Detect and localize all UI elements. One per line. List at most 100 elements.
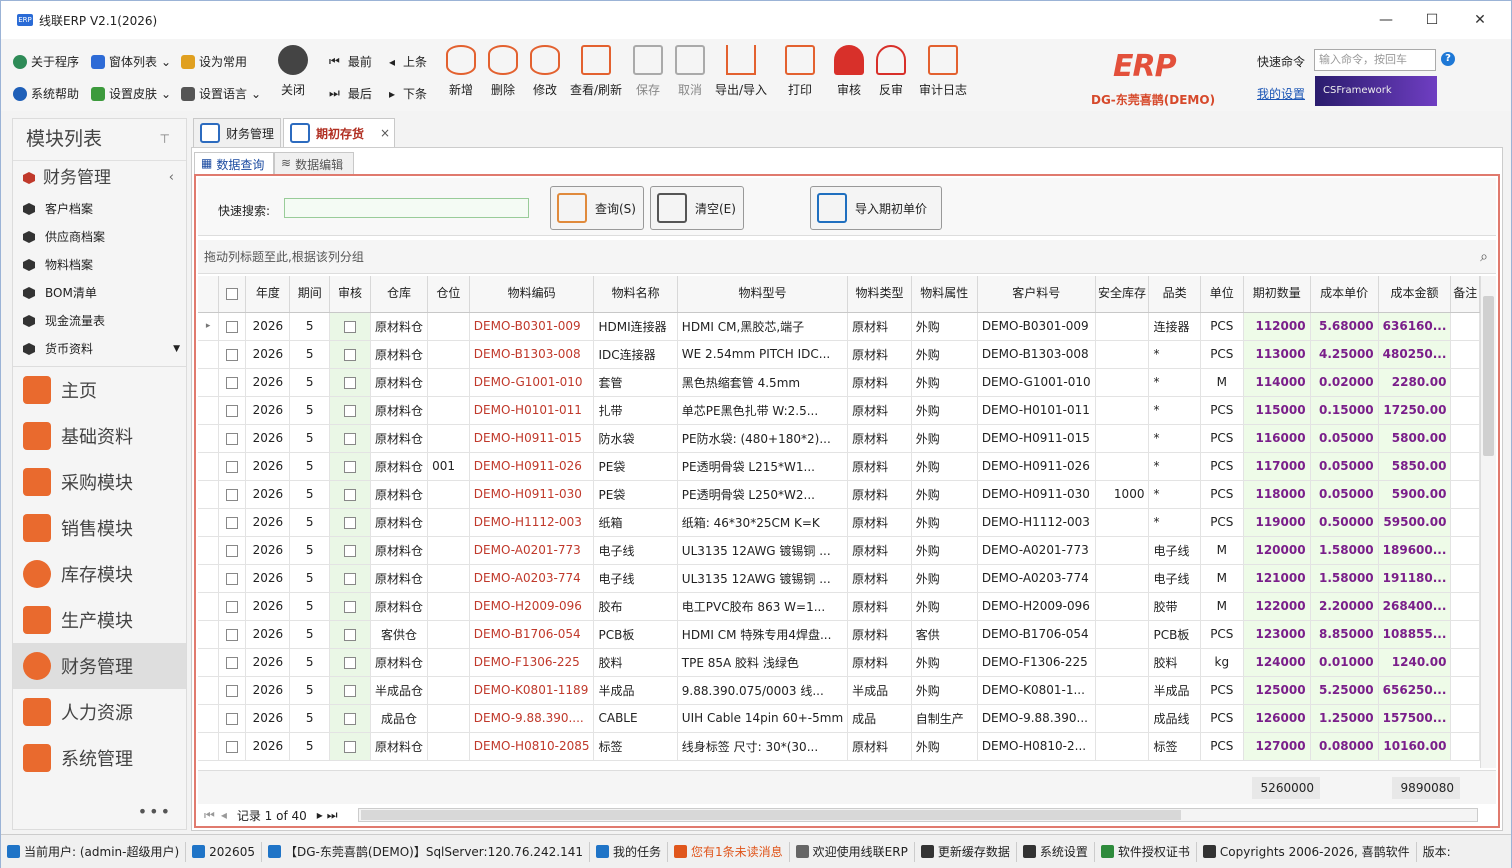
query-button[interactable]: 查询(S) [550,186,644,230]
cell-approved-checkbox[interactable] [329,368,372,397]
minimize-button[interactable]: — [1363,1,1409,39]
search-icon[interactable]: ⌕ [1480,240,1488,274]
column-header[interactable]: 期初数量 [1243,276,1311,313]
h-scroll-thumb[interactable] [361,810,1181,820]
set-skin-button[interactable]: 设置皮肤 ⌄ [91,85,171,102]
group-panel[interactable]: 拖动列标题至此,根据该列分组 ⌕ [198,240,1496,274]
close-module-button[interactable]: 关闭 [271,45,315,98]
cell-approved-checkbox[interactable] [329,676,372,705]
set-favorite-button[interactable]: 设为常用 [181,53,247,70]
cell-approved-checkbox[interactable] [329,564,372,593]
vertical-scrollbar[interactable] [1480,276,1496,768]
table-row[interactable]: 2026 5 原材料仓 DEMO-A0203-774 电子线 UL3135 12AWG 镀… [198,564,1480,593]
sidebar-item-customer[interactable]: 客户档案 [13,195,186,223]
module-finance[interactable]: 财务管理 [13,643,186,689]
table-row[interactable]: 2026 5 原材料仓 001 DEMO-H0911-026 PE袋 PE透明骨袋 L215… [198,452,1480,481]
table-row[interactable]: 2026 5 原材料仓 DEMO-H0911-015 防水袋 PE防水袋: (480+18… [198,424,1480,453]
select-all-checkbox[interactable] [218,276,247,313]
cell-approved-checkbox[interactable] [329,620,372,649]
cell-approved-checkbox[interactable] [329,452,372,481]
cell-approved-checkbox[interactable] [329,592,372,621]
column-header[interactable]: 成本金额 [1378,276,1452,313]
module-system[interactable]: 系统管理 [13,735,186,781]
next-page-icon[interactable]: ▸ [317,808,323,822]
module-purchase[interactable]: 采购模块 [13,459,186,505]
table-row[interactable]: 2026 5 原材料仓 DEMO-G1001-010 套管 黑色热缩套管 4.5mm 原材料… [198,368,1480,397]
scroll-down-icon[interactable]: ▼ [173,335,180,363]
cell-approved-checkbox[interactable] [329,508,372,537]
cell-approved-checkbox[interactable] [329,424,372,453]
column-header[interactable]: 成本单价 [1310,276,1379,313]
more-icon[interactable]: ••• [138,802,172,821]
tab-data-edit[interactable]: ≋ 数据编辑 [274,152,354,175]
row-checkbox[interactable] [218,676,247,705]
status-period[interactable]: 202605 [186,841,262,862]
quick-command-input[interactable]: 输入命令，按回车 [1314,49,1436,71]
last-page-icon[interactable]: ⏭ [327,808,338,823]
cancel-button[interactable]: 取消 [668,45,712,98]
tab-opening-inventory[interactable]: 期初存货 × [283,118,395,148]
table-row[interactable]: 2026 5 原材料仓 DEMO-B1303-008 IDC连接器 WE 2.54mm P… [198,340,1480,369]
row-checkbox[interactable] [218,480,247,509]
my-settings-link[interactable]: 我的设置 [1257,85,1305,102]
status-settings[interactable]: 系统设置 [1017,841,1095,862]
module-sales[interactable]: 销售模块 [13,505,186,551]
cell-approved-checkbox[interactable] [329,732,372,761]
row-checkbox[interactable] [218,508,247,537]
next-record-button[interactable]: ▸ 下条 [389,85,427,102]
sidebar-item-cashflow[interactable]: 现金流量表 [13,307,186,335]
form-list-button[interactable]: 窗体列表 ⌄ [91,53,171,70]
row-checkbox[interactable] [218,312,247,341]
delete-button[interactable]: 删除 [481,45,525,98]
module-production[interactable]: 生产模块 [13,597,186,643]
status-database[interactable]: 【DG-东莞喜鹊(DEMO)】SqlServer:120.76.242.141 [262,841,591,862]
table-row[interactable]: 2026 5 原材料仓 DEMO-H1112-003 纸箱 纸箱: 46*30*25CM … [198,508,1480,537]
module-basic-data[interactable]: 基础资料 [13,413,186,459]
row-checkbox[interactable] [218,732,247,761]
cell-approved-checkbox[interactable] [329,312,372,341]
module-hr[interactable]: 人力资源 [13,689,186,735]
close-tab-icon[interactable]: × [380,126,390,140]
row-checkbox[interactable] [218,564,247,593]
sidebar-group-finance[interactable]: 财务管理 ‹ [13,161,186,195]
cell-approved-checkbox[interactable] [329,396,372,425]
unapprove-button[interactable]: 反审 [869,45,913,98]
row-checkbox[interactable] [218,368,247,397]
cell-approved-checkbox[interactable] [329,536,372,565]
column-header[interactable]: 安全库存 [1095,276,1150,313]
column-header[interactable]: 客户料号 [977,276,1096,313]
scroll-thumb[interactable] [1483,296,1494,456]
add-button[interactable]: 新增 [439,45,483,98]
column-header[interactable]: 备注 [1450,276,1480,313]
set-language-button[interactable]: 设置语言 ⌄ [181,85,261,102]
row-checkbox[interactable] [218,704,247,733]
clear-button[interactable]: 清空(E) [650,186,744,230]
table-row[interactable]: 2026 5 原材料仓 DEMO-H2009-096 胶布 电工PVC胶布 863 W=1… [198,592,1480,621]
column-header[interactable]: 单位 [1200,276,1244,313]
import-price-button[interactable]: 导入期初单价 [810,186,942,230]
table-row[interactable]: 2026 5 成品仓 DEMO-9.88.390.... CABLE UIH Cable … [198,704,1480,733]
sidebar-item-bom[interactable]: BOM清单 [13,279,186,307]
status-tasks[interactable]: 我的任务 [590,841,669,862]
view-refresh-button[interactable]: 查看/刷新 [567,45,625,98]
table-row[interactable]: ▸ 2026 5 原材料仓 DEMO-B0301-009 HDMI连接器 HDMI CM,黑… [198,312,1480,341]
column-header[interactable]: 仓位 [427,276,470,313]
row-checkbox[interactable] [218,620,247,649]
row-checkbox[interactable] [218,648,247,677]
about-button[interactable]: 关于程序 [13,53,79,70]
audit-log-button[interactable]: 审计日志 [915,45,971,98]
tab-data-query[interactable]: ▦ 数据查询 [194,152,274,175]
horizontal-scrollbar[interactable] [358,808,1478,822]
approve-button[interactable]: 审核 [827,45,871,98]
table-row[interactable]: 2026 5 原材料仓 DEMO-H0911-030 PE袋 PE透明骨袋 L250*W2… [198,480,1480,509]
column-header[interactable]: 物料类型 [847,276,912,313]
cell-approved-checkbox[interactable] [329,480,372,509]
row-checkbox[interactable] [218,424,247,453]
module-inventory[interactable]: 库存模块 [13,551,186,597]
prev-record-button[interactable]: ◂ 上条 [389,53,427,70]
column-header[interactable]: 审核 [329,276,372,313]
module-home[interactable]: 主页 [13,367,186,413]
maximize-button[interactable]: ☐ [1409,1,1455,39]
save-button[interactable]: 保存 [626,45,670,98]
sidebar-item-currency[interactable]: 货币资料 ▼ [13,335,186,363]
